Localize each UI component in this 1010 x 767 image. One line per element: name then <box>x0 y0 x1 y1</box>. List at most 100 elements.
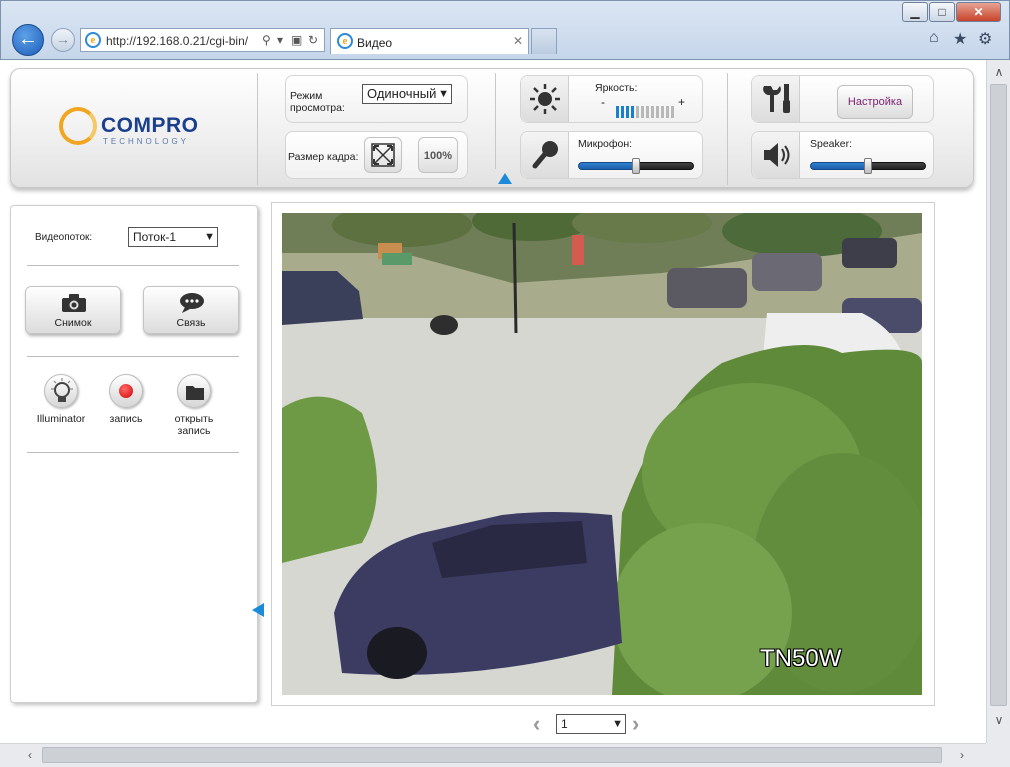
tools-icon <box>763 84 790 113</box>
divider <box>257 73 258 185</box>
brightness-plus-button[interactable]: + <box>678 96 685 108</box>
speaker-slider-knob[interactable] <box>864 158 872 174</box>
close-window-button[interactable]: ✕ <box>956 2 1001 22</box>
brightness-bar[interactable] <box>641 106 644 118</box>
talk-label: Связь <box>176 317 206 329</box>
horizontal-scroll-thumb[interactable] <box>42 747 942 763</box>
horizontal-scrollbar[interactable]: ‹ › <box>0 743 986 767</box>
collapse-panel-icon[interactable] <box>252 603 264 617</box>
microphone-slider-fill <box>578 162 636 170</box>
view-mode-value: Одиночный <box>367 86 437 101</box>
camera-icon <box>62 294 86 312</box>
scroll-left-icon[interactable]: ‹ <box>18 744 42 766</box>
microphone-slider-rest <box>636 162 694 170</box>
scroll-right-icon[interactable]: › <box>950 744 974 766</box>
view-mode-group: Режим просмотра: Одиночный ▼ <box>285 75 468 123</box>
brightness-bar[interactable] <box>631 106 634 118</box>
address-text[interactable]: http://192.168.0.21/cgi-bin/ <box>106 34 256 48</box>
speaker-icon <box>764 143 790 167</box>
scrollbar-corner <box>986 743 1010 767</box>
frame-size-label: Размер кадра: <box>288 151 359 163</box>
brightness-bar[interactable] <box>621 106 624 118</box>
speaker-slider-rest <box>868 162 926 170</box>
brightness-group: Яркость: - + <box>520 75 703 123</box>
control-toolbar: COMPRO TECHNOLOGY Режим просмотра: Одино… <box>10 68 974 188</box>
brightness-bar[interactable] <box>656 106 659 118</box>
brightness-bar[interactable] <box>661 106 664 118</box>
brightness-bar[interactable] <box>636 106 639 118</box>
divider <box>495 73 496 169</box>
settings-button[interactable]: Настройка <box>837 85 913 119</box>
compatibility-view-icon[interactable]: ▣ <box>291 33 302 47</box>
sun-icon <box>530 84 560 114</box>
camera-scene-image <box>282 213 922 695</box>
refresh-icon[interactable]: ↻ <box>308 33 318 47</box>
scroll-down-icon[interactable]: ∨ <box>987 710 1010 730</box>
tab-video[interactable]: e Видео ✕ <box>330 28 529 54</box>
left-control-panel: Видеопоток: Поток-1 ▼ Снимок Связь Illum… <box>10 205 264 703</box>
record-dot-icon <box>119 384 133 398</box>
compro-logo: COMPRO TECHNOLOGY <box>59 107 209 157</box>
maximize-button[interactable]: □ <box>929 2 955 22</box>
camera-model-watermark: TN50W <box>760 645 842 672</box>
tools-gear-icon[interactable]: ⚙ <box>978 29 992 49</box>
favorites-star-icon[interactable]: ★ <box>953 29 967 49</box>
vertical-scroll-thumb[interactable] <box>990 84 1007 706</box>
search-icon[interactable]: ⚲ <box>262 33 271 47</box>
home-icon[interactable]: ⌂ <box>929 29 939 47</box>
illuminator-label: Illuminator <box>36 413 86 425</box>
lightbulb-icon <box>51 378 73 402</box>
camera-video-feed[interactable]: TN50W <box>282 213 922 695</box>
chevron-down-icon: ▼ <box>438 88 449 100</box>
vertical-scrollbar[interactable]: ∧ ∨ <box>986 60 1010 743</box>
page-select[interactable]: 1 ▼ <box>556 714 626 734</box>
tab-close-icon[interactable]: ✕ <box>513 34 523 48</box>
illuminator-button[interactable] <box>44 374 78 408</box>
previous-page-icon[interactable]: ‹ <box>533 711 540 737</box>
brightness-bar[interactable] <box>626 106 629 118</box>
brightness-bar[interactable] <box>616 106 619 118</box>
brightness-bar[interactable] <box>671 106 674 118</box>
snapshot-label: Снимок <box>54 317 92 329</box>
microphone-slider-knob[interactable] <box>632 158 640 174</box>
brightness-bar[interactable] <box>651 106 654 118</box>
view-mode-select[interactable]: Одиночный ▼ <box>362 84 452 104</box>
record-button[interactable] <box>109 374 143 408</box>
brightness-minus-button[interactable]: - <box>601 96 605 108</box>
address-dropdown-icon[interactable]: ▾ <box>277 33 283 47</box>
open-record-label: открыть запись <box>174 413 214 437</box>
speaker-slider[interactable] <box>810 158 926 174</box>
new-tab-button[interactable] <box>531 28 557 54</box>
brightness-bar[interactable] <box>666 106 669 118</box>
speaker-group: Speaker: <box>751 131 934 179</box>
divider <box>27 452 239 453</box>
ie-page-icon: e <box>85 32 101 48</box>
next-page-icon[interactable]: › <box>632 711 639 737</box>
open-record-button[interactable] <box>177 374 211 408</box>
back-button[interactable]: ← <box>12 24 44 56</box>
stream-select[interactable]: Поток-1 ▼ <box>128 227 218 247</box>
browser-titlebar: ▁ □ ✕ ← → e http://192.168.0.21/cgi-bin/… <box>0 0 1010 60</box>
address-bar[interactable]: e http://192.168.0.21/cgi-bin/ ⚲ ▾ ▣ ↻ <box>80 28 325 52</box>
page-viewport: COMPRO TECHNOLOGY Режим просмотра: Одино… <box>0 60 986 743</box>
record-label: запись <box>109 413 143 425</box>
scroll-up-icon[interactable]: ∧ <box>987 62 1010 82</box>
snapshot-button[interactable]: Снимок <box>25 286 121 334</box>
page-value: 1 <box>561 717 568 731</box>
speaker-tile <box>752 132 800 178</box>
fit-frame-button[interactable] <box>364 137 402 173</box>
microphone-label: Микрофон: <box>578 138 633 150</box>
collapse-toolbar-icon[interactable] <box>498 173 512 184</box>
speaker-label: Speaker: <box>810 138 853 150</box>
forward-button[interactable]: → <box>51 28 75 52</box>
logo-subtext: TECHNOLOGY <box>103 137 190 146</box>
minimize-button[interactable]: ▁ <box>902 2 928 22</box>
speech-bubble-icon <box>180 293 204 313</box>
brightness-bar[interactable] <box>646 106 649 118</box>
logo-ring-icon <box>59 107 97 145</box>
talk-button[interactable]: Связь <box>143 286 239 334</box>
microphone-slider[interactable] <box>578 158 694 174</box>
frame-100-button[interactable]: 100% <box>418 137 458 173</box>
divider <box>727 73 728 185</box>
speaker-slider-fill <box>810 162 868 170</box>
